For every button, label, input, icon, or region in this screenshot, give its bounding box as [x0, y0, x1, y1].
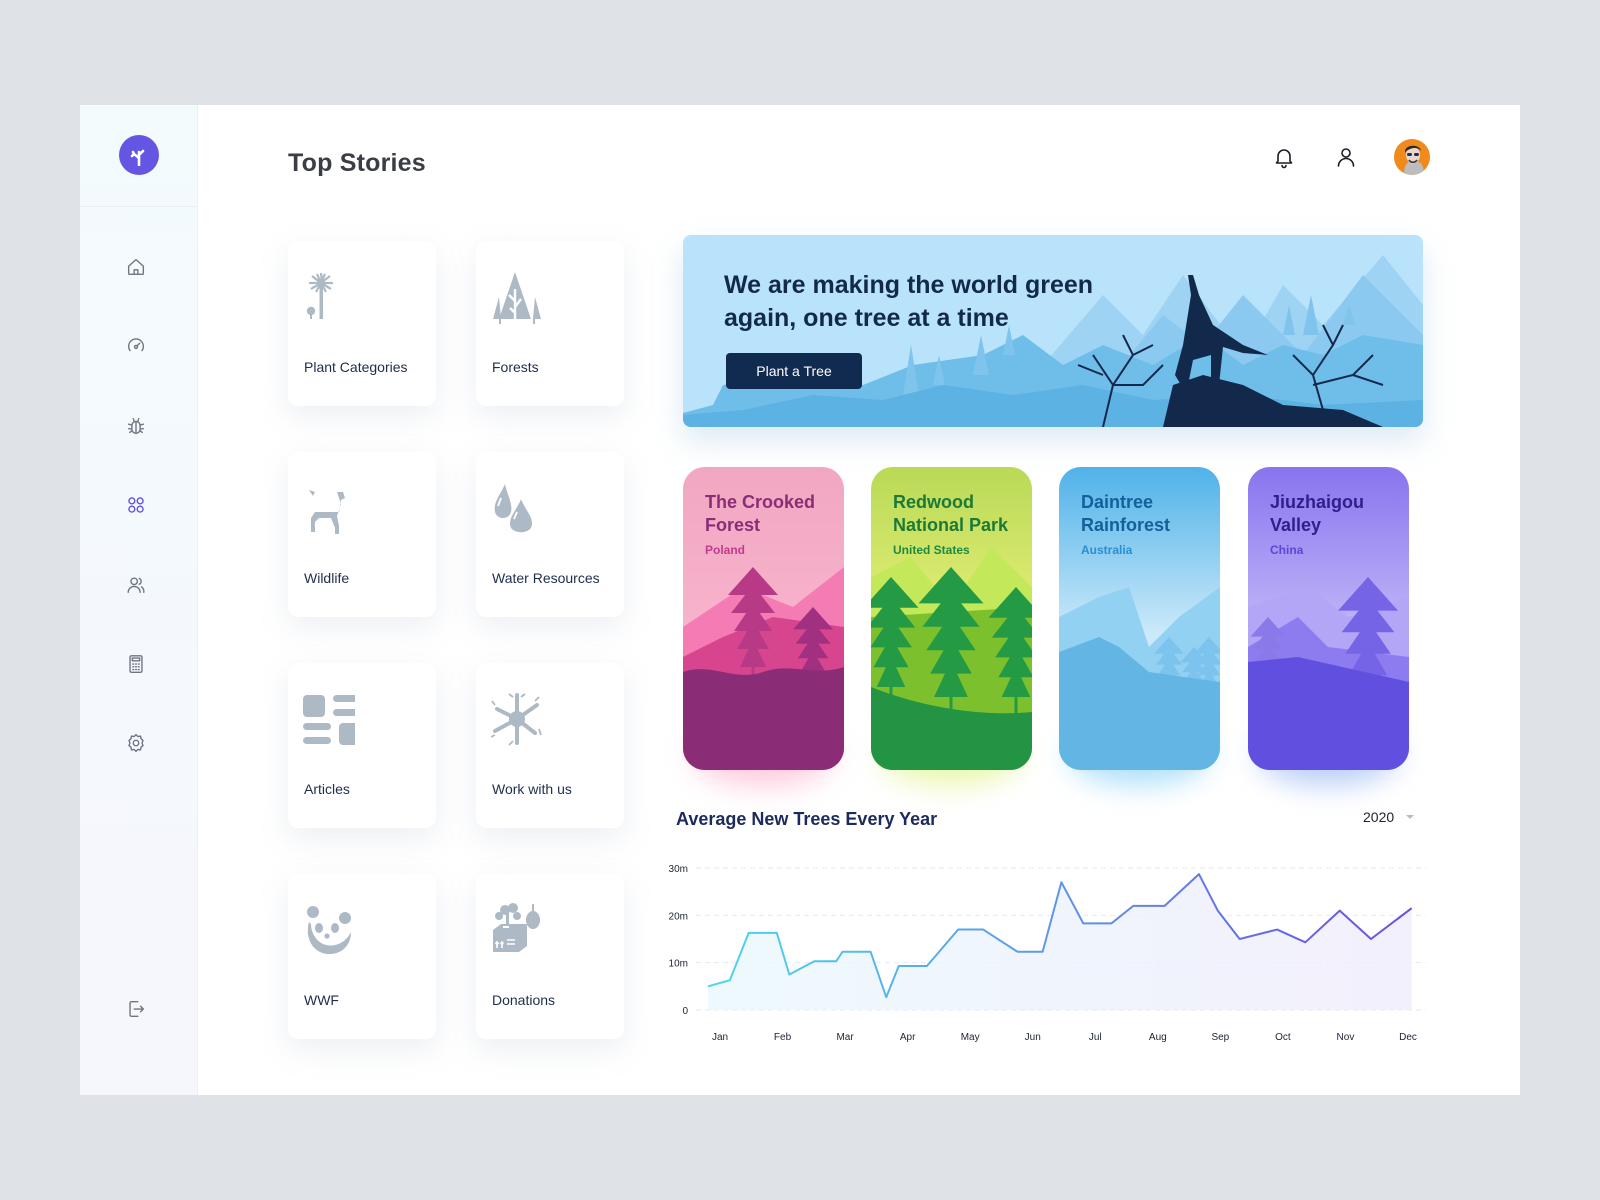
- tile-label: Wildlife: [304, 570, 350, 586]
- trees-chart: 0 10m 20m 30m Jan Feb Mar Apr May Jun Jul Aug Sep Oct…: [668, 840, 1428, 1043]
- tile-wildlife[interactable]: Wildlife: [288, 452, 436, 617]
- destination-country: Poland: [705, 543, 746, 557]
- donation-box-icon: [491, 902, 543, 958]
- destination-card[interactable]: Daintree Rainforest Australia: [1059, 467, 1220, 770]
- chevron-down-icon: [1406, 815, 1415, 819]
- plant-a-tree-button[interactable]: Plant a Tree: [726, 353, 862, 389]
- avatar[interactable]: [1394, 139, 1430, 175]
- x-tick-label: Oct: [1275, 1032, 1291, 1043]
- destination-card[interactable]: Redwood National Park United States: [871, 467, 1032, 770]
- y-tick-label: 20m: [669, 911, 688, 922]
- hero-title: We are making the world green again, one…: [724, 271, 1094, 332]
- page-title: Top Stories: [288, 149, 426, 177]
- destination-name: Redwood National Park: [893, 492, 1009, 535]
- tile-label: Donations: [492, 992, 556, 1008]
- y-tick-label: 10m: [669, 959, 688, 970]
- tile-label: Water Resources: [492, 570, 600, 586]
- main-content: Top Stories Plant Categories Forests Wil…: [198, 105, 1520, 1095]
- x-tick-label: Nov: [1337, 1032, 1355, 1043]
- chart-title: Average New Trees Every Year: [676, 809, 938, 829]
- hands-icon: [490, 691, 543, 747]
- tile-water-resources[interactable]: Water Resources: [476, 452, 624, 617]
- tree-logo-icon[interactable]: [119, 135, 159, 175]
- x-tick-label: Mar: [836, 1032, 854, 1043]
- tile-label: Articles: [304, 781, 350, 797]
- destination-country: China: [1270, 543, 1304, 557]
- app-window: Top Stories Plant Categories Forests Wil…: [80, 105, 1520, 1095]
- tile-label: Plant Categories: [304, 359, 408, 375]
- x-tick-label: Jul: [1089, 1032, 1102, 1043]
- destination-name: The Crooked Forest: [705, 492, 816, 535]
- logout-icon: [129, 1000, 145, 1018]
- trees-line-chart: 0 10m 20m 30m Jan Feb Mar Apr May Jun Jul Aug Sep Oct…: [669, 864, 1426, 1043]
- bell-icon: [1275, 149, 1293, 169]
- x-tick-label: Jun: [1025, 1032, 1041, 1043]
- hero-banner: We are making the world green again, one…: [683, 235, 1423, 427]
- destination-country: United States: [893, 543, 970, 557]
- x-tick-label: May: [961, 1032, 980, 1043]
- sidebar-item-settings[interactable]: [120, 727, 152, 759]
- y-tick-label: 0: [682, 1006, 688, 1017]
- sidebar-item-bugs[interactable]: [120, 410, 152, 442]
- sidebar-item-calculator[interactable]: [120, 648, 152, 680]
- header-actions: [1270, 139, 1430, 175]
- home-icon: [127, 258, 145, 276]
- bug-icon: [127, 417, 145, 435]
- tile-wwf[interactable]: WWF: [288, 874, 436, 1039]
- destination-card[interactable]: The Crooked Forest Poland: [683, 467, 844, 770]
- sidebar-item-home[interactable]: [120, 251, 152, 283]
- destination-name: Jiuzhaigou Valley: [1270, 492, 1364, 535]
- water-drops-icon: [491, 480, 543, 536]
- tile-articles[interactable]: Articles: [288, 663, 436, 828]
- notifications-button[interactable]: [1270, 143, 1298, 171]
- profile-button[interactable]: [1332, 143, 1360, 171]
- tile-label: Work with us: [492, 781, 572, 797]
- sidebar: [80, 105, 198, 1095]
- destination-card[interactable]: Jiuzhaigou Valley China: [1248, 467, 1409, 770]
- tile-work-with-us[interactable]: Work with us: [476, 663, 624, 828]
- year-dropdown[interactable]: 2020: [1363, 809, 1415, 825]
- user-icon: [1337, 148, 1355, 167]
- articles-icon: [303, 691, 361, 747]
- logout-button[interactable]: [120, 993, 152, 1025]
- x-tick-label: Aug: [1149, 1032, 1167, 1043]
- deer-icon: [303, 480, 355, 536]
- brand-area: [80, 105, 197, 207]
- palm-tree-icon: [303, 269, 355, 325]
- x-tick-label: Dec: [1399, 1032, 1417, 1043]
- forest-icon: [491, 269, 543, 325]
- gear-icon: [128, 733, 144, 753]
- x-tick-label: Jan: [712, 1032, 728, 1043]
- x-tick-label: Apr: [900, 1032, 916, 1043]
- speedometer-icon: [127, 338, 145, 352]
- sidebar-item-users[interactable]: [120, 569, 152, 601]
- y-tick-label: 30m: [669, 864, 688, 875]
- x-tick-label: Sep: [1211, 1032, 1229, 1043]
- destination-name: Daintree Rainforest: [1081, 492, 1171, 535]
- year-selected: 2020: [1363, 809, 1395, 825]
- tile-label: WWF: [304, 992, 339, 1008]
- grid-icon: [128, 497, 144, 513]
- panda-icon: [303, 902, 355, 958]
- users-icon: [127, 577, 145, 594]
- destination-country: Australia: [1081, 543, 1133, 557]
- tile-donations[interactable]: Donations: [476, 874, 624, 1039]
- tile-plant-categories[interactable]: Plant Categories: [288, 241, 436, 406]
- tile-forests[interactable]: Forests: [476, 241, 624, 406]
- calculator-icon: [129, 655, 143, 673]
- tile-label: Forests: [492, 359, 539, 375]
- x-tick-label: Feb: [774, 1032, 792, 1043]
- sidebar-item-dashboard[interactable]: [120, 330, 152, 362]
- sidebar-item-apps[interactable]: [120, 489, 152, 521]
